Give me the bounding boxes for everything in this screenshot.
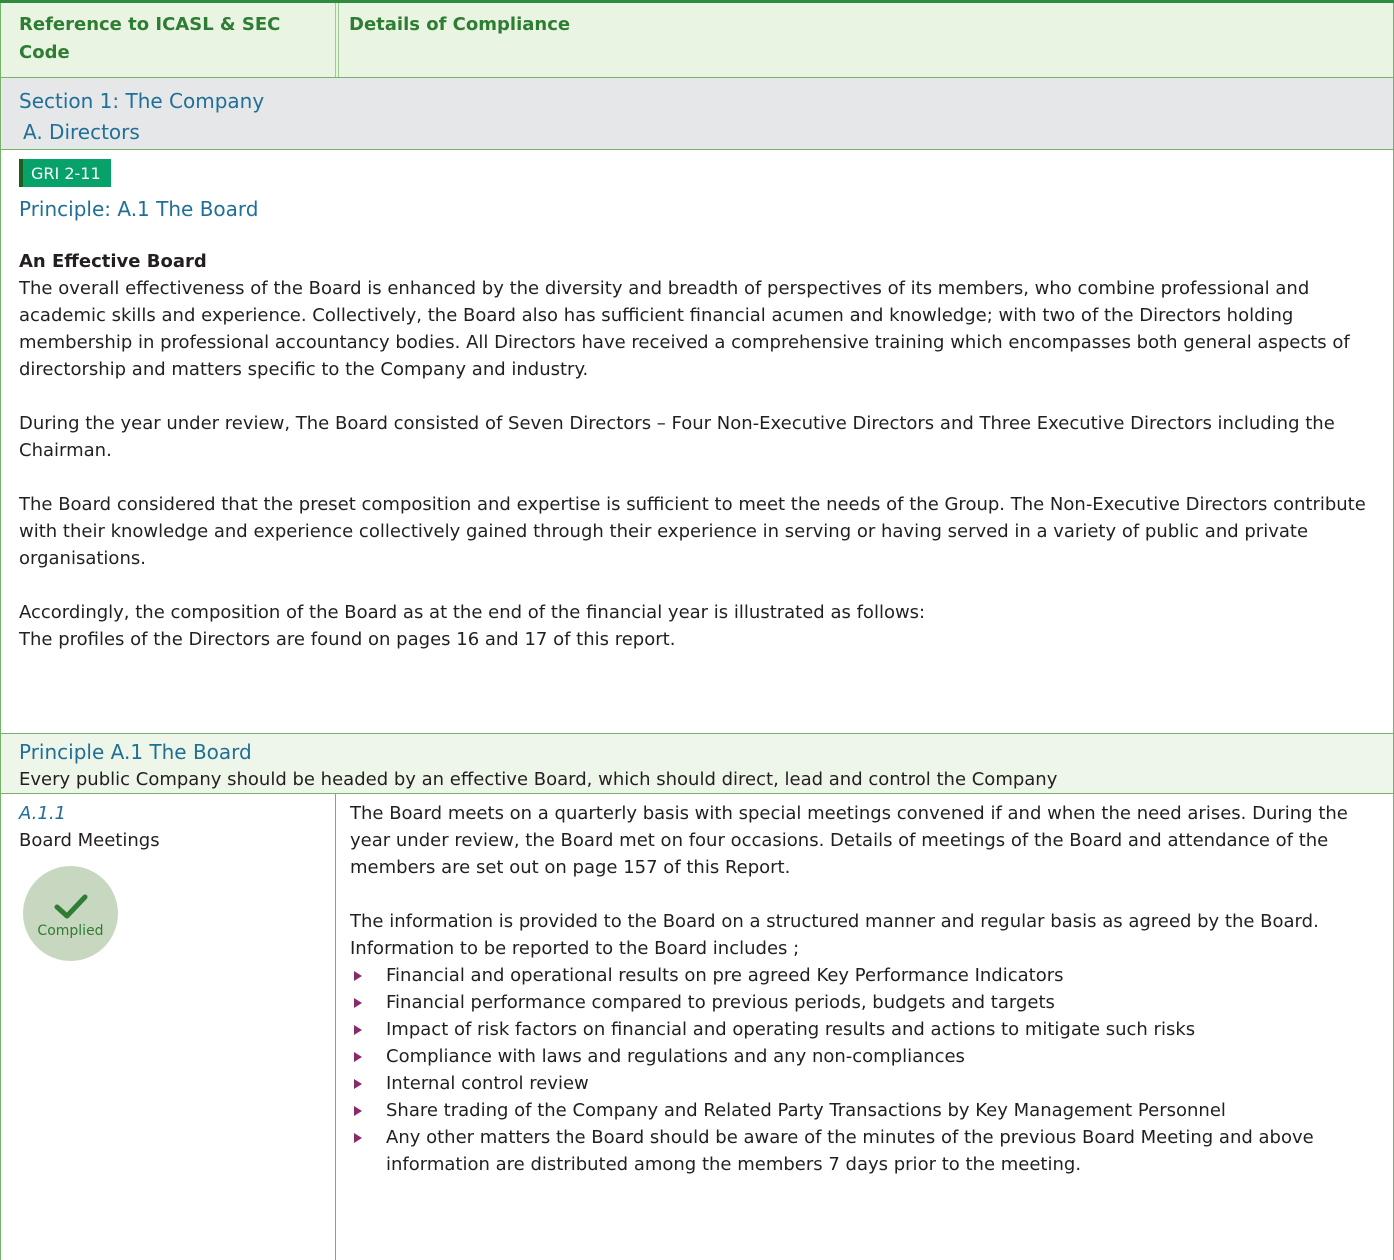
effective-board-paragraph: During the year under review, The Board … <box>19 413 1335 461</box>
reporting-list: Financial and operational results on pre… <box>350 962 1383 1178</box>
arrow-bullet-icon <box>354 1106 362 1116</box>
list-item: Financial performance compared to previo… <box>350 989 1383 1016</box>
list-item: Compliance with laws and regulations and… <box>350 1043 1383 1070</box>
composition-line: Accordingly, the composition of the Boar… <box>19 602 926 623</box>
effective-board-heading: An Effective Board <box>19 251 207 272</box>
arrow-bullet-icon <box>354 998 362 1008</box>
list-item: Internal control review <box>350 1070 1383 1097</box>
principle-band-title: Principle A.1 The Board <box>19 740 252 764</box>
reference-label: Board Meetings <box>19 830 160 851</box>
reference-cell: A.1.1 Board Meetings Complied <box>1 794 336 1260</box>
principle-band: Principle A.1 The Board Every public Com… <box>0 734 1394 794</box>
section-subtitle: A. Directors <box>23 120 140 144</box>
gri-badge: GRI 2-11 <box>19 159 111 187</box>
details-cell: The Board meets on a quarterly basis wit… <box>336 794 1393 1260</box>
arrow-bullet-icon <box>354 971 362 981</box>
list-item: Any other matters the Board should be aw… <box>350 1124 1383 1178</box>
arrow-bullet-icon <box>354 1052 362 1062</box>
complied-label: Complied <box>37 922 104 939</box>
table-header: Reference to ICASL & SEC Code Details of… <box>0 3 1394 78</box>
details-paragraph: Information to be reported to the Board … <box>350 938 800 959</box>
table-row: A.1.1 Board Meetings Complied The Board … <box>0 794 1394 1260</box>
arrow-bullet-icon <box>354 1133 362 1143</box>
reference-code: A.1.1 <box>19 803 66 824</box>
effective-board-paragraph: The Board considered that the preset com… <box>19 494 1366 569</box>
section-band: Section 1: The Company A. Directors <box>0 78 1394 150</box>
list-item: Share trading of the Company and Related… <box>350 1097 1383 1124</box>
list-item: Impact of risk factors on financial and … <box>350 1016 1383 1043</box>
arrow-bullet-icon <box>354 1025 362 1035</box>
list-item: Financial and operational results on pre… <box>350 962 1383 989</box>
profiles-line: The profiles of the Directors are found … <box>19 629 676 650</box>
compliance-page: Reference to ICASL & SEC Code Details of… <box>0 0 1394 1260</box>
header-details-column: Details of Compliance <box>349 14 571 35</box>
complied-badge: Complied <box>23 866 118 961</box>
section-title: Section 1: The Company <box>19 89 265 113</box>
principle-band-text: Every public Company should be headed by… <box>19 769 1058 790</box>
header-reference-column: Reference to ICASL & SEC Code <box>1 3 339 77</box>
details-paragraph: The information is provided to the Board… <box>350 911 1319 932</box>
checkmark-icon <box>54 894 87 918</box>
details-paragraph: The Board meets on a quarterly basis wit… <box>350 803 1348 878</box>
effective-board-paragraph: The overall effectiveness of the Board i… <box>19 278 1350 380</box>
arrow-bullet-icon <box>354 1079 362 1089</box>
principle-heading: Principle: A.1 The Board <box>19 197 259 221</box>
effective-board-block: GRI 2-11 Principle: A.1 The Board An Eff… <box>0 150 1394 734</box>
